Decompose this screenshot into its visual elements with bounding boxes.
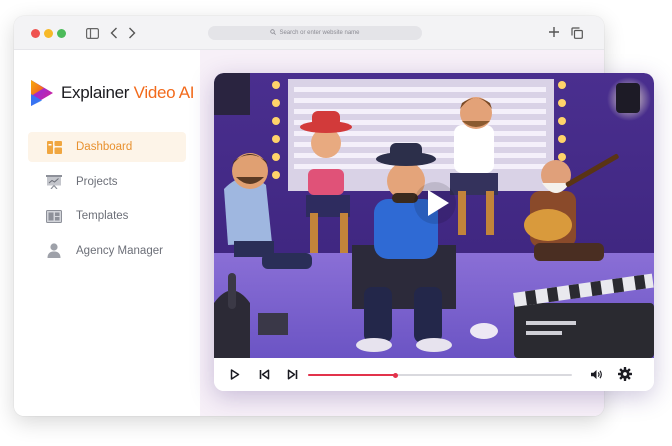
sidebar-menu: Dashboard Projects Templates Agency Mana…: [28, 132, 186, 270]
skip-forward-icon[interactable]: [284, 366, 300, 382]
player-controls: [214, 358, 654, 391]
logo-text: Explainer Video AI: [61, 83, 195, 102]
progress-handle[interactable]: [392, 372, 398, 378]
address-bar[interactable]: Search or enter website name: [208, 26, 422, 40]
progress-bar[interactable]: [308, 372, 572, 378]
play-overlay-icon: [414, 182, 456, 224]
video-play-overlay-button[interactable]: [413, 181, 457, 225]
sidebar-item-label: Projects: [76, 175, 118, 188]
app-sidebar: Explainer Video AI Dashboard Projects Te…: [14, 50, 200, 416]
minimize-window-dot[interactable]: [44, 29, 53, 38]
forward-arrow-icon[interactable]: [126, 23, 138, 43]
templates-icon: [46, 209, 62, 223]
play-icon[interactable]: [227, 366, 243, 382]
address-placeholder: Search or enter website name: [279, 30, 360, 36]
plus-icon[interactable]: [547, 22, 561, 42]
video-player: [214, 73, 654, 391]
sidebar-item-label: Agency Manager: [76, 244, 163, 257]
user-icon: [46, 243, 62, 258]
back-arrow-icon[interactable]: [108, 23, 120, 43]
app-logo[interactable]: Explainer Video AI: [28, 78, 195, 108]
logo-accent-text: Video AI: [133, 83, 195, 102]
search-icon: [270, 29, 277, 37]
browser-titlebar: Search or enter website name: [14, 16, 604, 50]
sidebar-item-label: Dashboard: [76, 141, 133, 153]
progress-fill: [308, 374, 396, 376]
volume-icon[interactable]: [588, 366, 604, 382]
video-frame[interactable]: [214, 73, 654, 358]
settings-icon[interactable]: [617, 366, 633, 382]
sidebar-item-templates[interactable]: Templates: [28, 201, 186, 231]
sidebar-item-label: Templates: [76, 210, 129, 222]
skip-back-icon[interactable]: [256, 366, 272, 382]
sidebar-item-projects[interactable]: Projects: [28, 167, 186, 197]
logo-mark-icon: [31, 80, 53, 106]
close-window-dot[interactable]: [31, 29, 40, 38]
maximize-window-dot[interactable]: [57, 29, 66, 38]
sidebar-item-dashboard[interactable]: Dashboard: [28, 132, 186, 162]
sidebar-item-agency-manager[interactable]: Agency Manager: [28, 236, 186, 266]
copy-tabs-icon[interactable]: [570, 23, 584, 43]
sidebar-toggle-icon[interactable]: [84, 23, 100, 43]
presentation-icon: [46, 174, 62, 189]
dashboard-icon: [46, 140, 62, 154]
